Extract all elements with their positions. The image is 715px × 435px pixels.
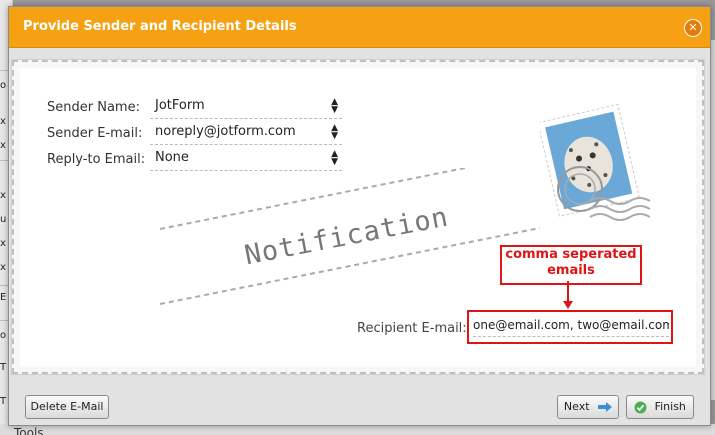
sender-name-value: JotForm [155, 98, 205, 113]
finish-label: Finish [654, 400, 686, 413]
background-page-right [711, 40, 715, 400]
arrow-right-icon [598, 402, 613, 412]
select-arrows-icon: ▲ ▼ [331, 149, 338, 167]
finish-button[interactable]: Finish [626, 395, 694, 419]
reply-to-value: None [155, 150, 189, 165]
dialog-titlebar: Provide Sender and Recipient Details ✕ [9, 7, 710, 48]
delete-email-label: Delete E-Mail [30, 400, 104, 413]
sender-name-label: Sender Name: [47, 100, 140, 115]
dialog-title: Provide Sender and Recipient Details [23, 19, 297, 34]
close-icon[interactable]: ✕ [684, 19, 702, 37]
sender-email-select[interactable]: noreply@jotform.com ▲ ▼ [150, 122, 342, 145]
recipient-highlight-box: one@email.com, two@email.com [467, 310, 673, 344]
reply-to-label: Reply-to Email: [47, 152, 146, 167]
callout-line-2: emails [547, 263, 595, 278]
delete-email-button[interactable]: Delete E-Mail [25, 395, 109, 419]
callout-arrow-icon [563, 301, 573, 309]
select-arrows-icon: ▲ ▼ [331, 123, 338, 141]
callout-line-1: comma seperated [505, 247, 637, 262]
recipient-email-input[interactable]: one@email.com, two@email.com [473, 318, 669, 337]
sender-email-label: Sender E-mail: [47, 126, 143, 141]
sender-email-value: noreply@jotform.com [155, 124, 296, 139]
envelope-card: Sender Name: JotForm ▲ ▼ Sender E-mail: n… [12, 60, 704, 374]
notification-dialog: Provide Sender and Recipient Details ✕ S… [8, 6, 711, 426]
select-arrows-icon: ▲ ▼ [331, 97, 338, 115]
next-label: Next [563, 400, 590, 413]
checkmark-icon [634, 401, 647, 413]
background-tools-text: Tools [14, 426, 44, 435]
comma-separated-callout: comma seperated emails [500, 245, 642, 285]
next-button[interactable]: Next [557, 395, 619, 419]
mail-stamp-icon [540, 103, 650, 221]
recipient-email-label: Recipient E-mail: [357, 321, 467, 336]
sender-name-select[interactable]: JotForm ▲ ▼ [150, 96, 342, 119]
callout-arrow-line [567, 281, 569, 303]
